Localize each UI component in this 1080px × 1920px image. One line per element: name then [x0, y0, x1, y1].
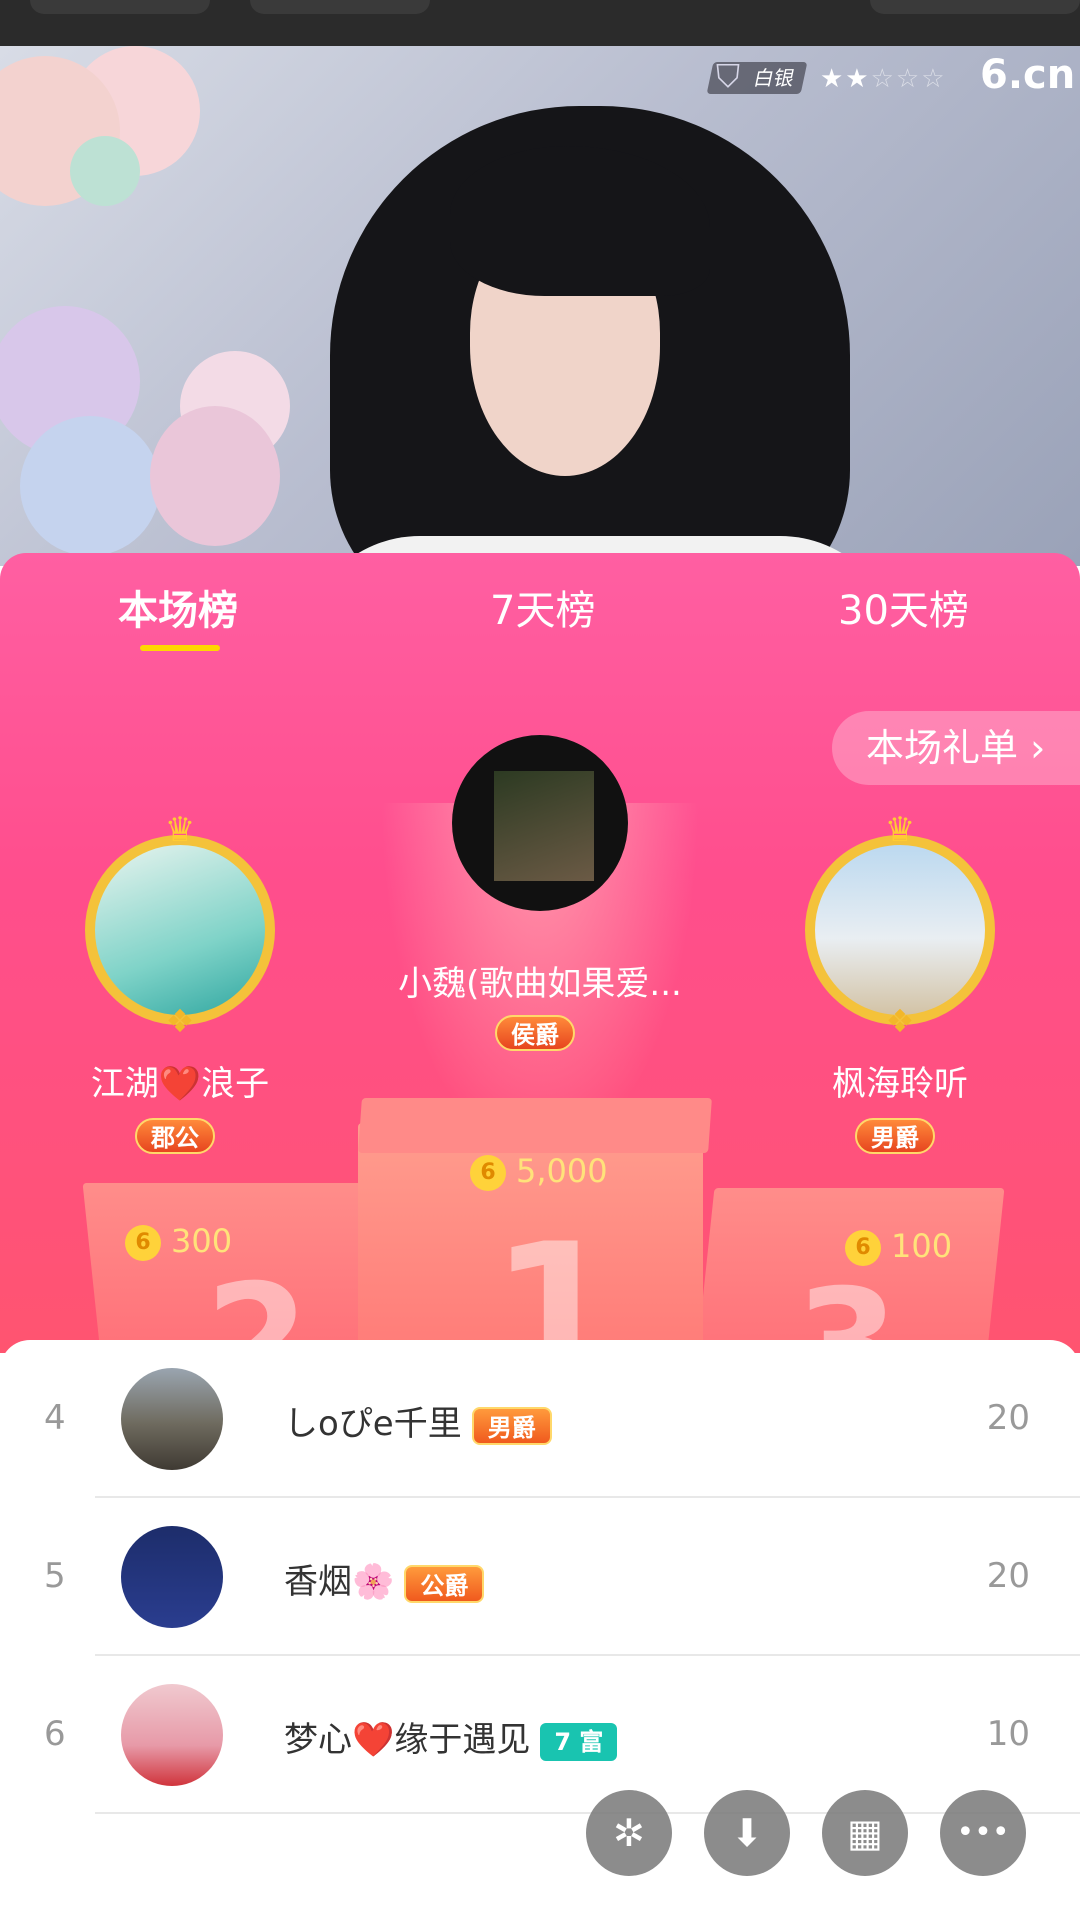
download-button[interactable]: ⬇ [704, 1790, 790, 1876]
tab-this-session[interactable]: 本场榜 [118, 578, 238, 636]
third-title-badge: 男爵 [855, 1118, 935, 1154]
streamer [300, 106, 900, 566]
grid-button[interactable]: ▦ [822, 1790, 908, 1876]
second-coins-value: 300 [171, 1222, 233, 1260]
avatar-image [494, 771, 594, 881]
more-button[interactable]: ••• [940, 1790, 1026, 1876]
star-empty: ☆☆☆ [870, 64, 947, 94]
avatar[interactable] [121, 1368, 223, 1470]
avatar[interactable] [121, 1526, 223, 1628]
first-title-badge: 侯爵 [495, 1015, 575, 1051]
third-coins: 6 100 [845, 1226, 952, 1266]
wings-icon: ❖ [885, 1002, 915, 1040]
list-rank: 5 [44, 1556, 66, 1596]
coin-icon: 6 [125, 1225, 161, 1261]
list-title-badge: 男爵 [471, 1406, 552, 1445]
list-username: しoぴe千里 [284, 1404, 462, 1444]
wings-icon: ❖ [165, 1002, 195, 1040]
top-bar-pill [30, 0, 210, 14]
tab-30-days[interactable]: 30天榜 [838, 578, 969, 636]
list-score: 20 [986, 1398, 1030, 1438]
podium-number-2: 2 [205, 1253, 310, 1353]
list-rank: 6 [44, 1714, 66, 1754]
podium-first-top [358, 1098, 712, 1153]
list-rank: 4 [44, 1398, 66, 1438]
avatar[interactable] [121, 1684, 223, 1786]
balloon [70, 136, 140, 206]
star-filled: ★★ [820, 64, 871, 94]
first-coins-value: 5,000 [516, 1152, 608, 1190]
list-wealth-badge: 7 富 [540, 1722, 618, 1761]
list-user: 梦心❤️缘于遇见 7 富 [284, 1712, 618, 1761]
podium-number-3: 3 [795, 1258, 900, 1353]
avatar-second[interactable] [85, 835, 275, 1025]
list-username: 香烟🌸 [284, 1562, 395, 1602]
top-bar-pill [870, 0, 1080, 14]
second-name: 江湖❤️浪子 [90, 1064, 270, 1104]
rank-stars: ★★☆☆☆ [820, 64, 947, 94]
podium-number-1: 1 [490, 1203, 623, 1353]
grid-icon: ▦ [847, 1811, 883, 1855]
tab-7-days[interactable]: 7天榜 [490, 578, 595, 636]
avatar-third[interactable] [805, 835, 995, 1025]
top-bar-pill [250, 0, 430, 14]
list-item[interactable]: 4 しoぴe千里 男爵 20 [0, 1340, 1080, 1498]
balloon [20, 416, 160, 556]
site-logo: 6.cn [980, 52, 1076, 98]
first-coins: 6 5,000 [470, 1151, 608, 1191]
list-title-badge: 公爵 [404, 1564, 485, 1603]
third-coins-value: 100 [891, 1227, 953, 1265]
crown-icon: ♛ [884, 810, 916, 850]
first-name: 小魏(歌曲如果爱... [398, 964, 682, 1004]
share-button[interactable]: ✲ [586, 1790, 672, 1876]
list-score: 20 [986, 1556, 1030, 1596]
second-coins: 6 300 [125, 1221, 232, 1261]
rank-label: 白银 [751, 66, 797, 90]
balloon [150, 406, 280, 546]
list-score: 10 [986, 1714, 1030, 1754]
download-icon: ⬇ [731, 1811, 763, 1855]
second-title-badge: 郡公 [135, 1118, 215, 1154]
coin-icon: 6 [470, 1155, 506, 1191]
gift-list-button[interactable]: 本场礼单 › [832, 711, 1080, 785]
list-user: 香烟🌸 公爵 [284, 1554, 485, 1603]
ranking-list: 4 しoぴe千里 男爵 20 5 香烟🌸 公爵 20 6 梦心❤️缘于遇见 7 富 1… [0, 1340, 1080, 1920]
list-username: 梦心❤️缘于遇见 [284, 1720, 531, 1760]
top-status-bar [0, 0, 1080, 46]
third-name: 枫海聆听 [832, 1064, 968, 1104]
coin-icon: 6 [845, 1230, 881, 1266]
shield-icon: ⛉ [715, 57, 740, 95]
avatar-first[interactable] [452, 735, 628, 911]
list-user: しoぴe千里 男爵 [284, 1396, 552, 1445]
more-icon: ••• [956, 1815, 1010, 1850]
crown-icon: ♛ [164, 810, 196, 850]
ranking-panel: 本场榜 7天榜 30天榜 本场礼单 › 1 2 3 小魏(歌曲如果爱... 侯爵… [0, 553, 1080, 1353]
list-item[interactable]: 5 香烟🌸 公爵 20 [0, 1498, 1080, 1656]
active-tab-indicator [140, 645, 220, 651]
live-video[interactable]: 白银 ⛉ ★★☆☆☆ 6.cn [0, 46, 1080, 566]
share-icon: ✲ [613, 1811, 645, 1855]
list-item[interactable]: 6 梦心❤️缘于遇见 7 富 10 [0, 1656, 1080, 1814]
divider [95, 1812, 1080, 1814]
